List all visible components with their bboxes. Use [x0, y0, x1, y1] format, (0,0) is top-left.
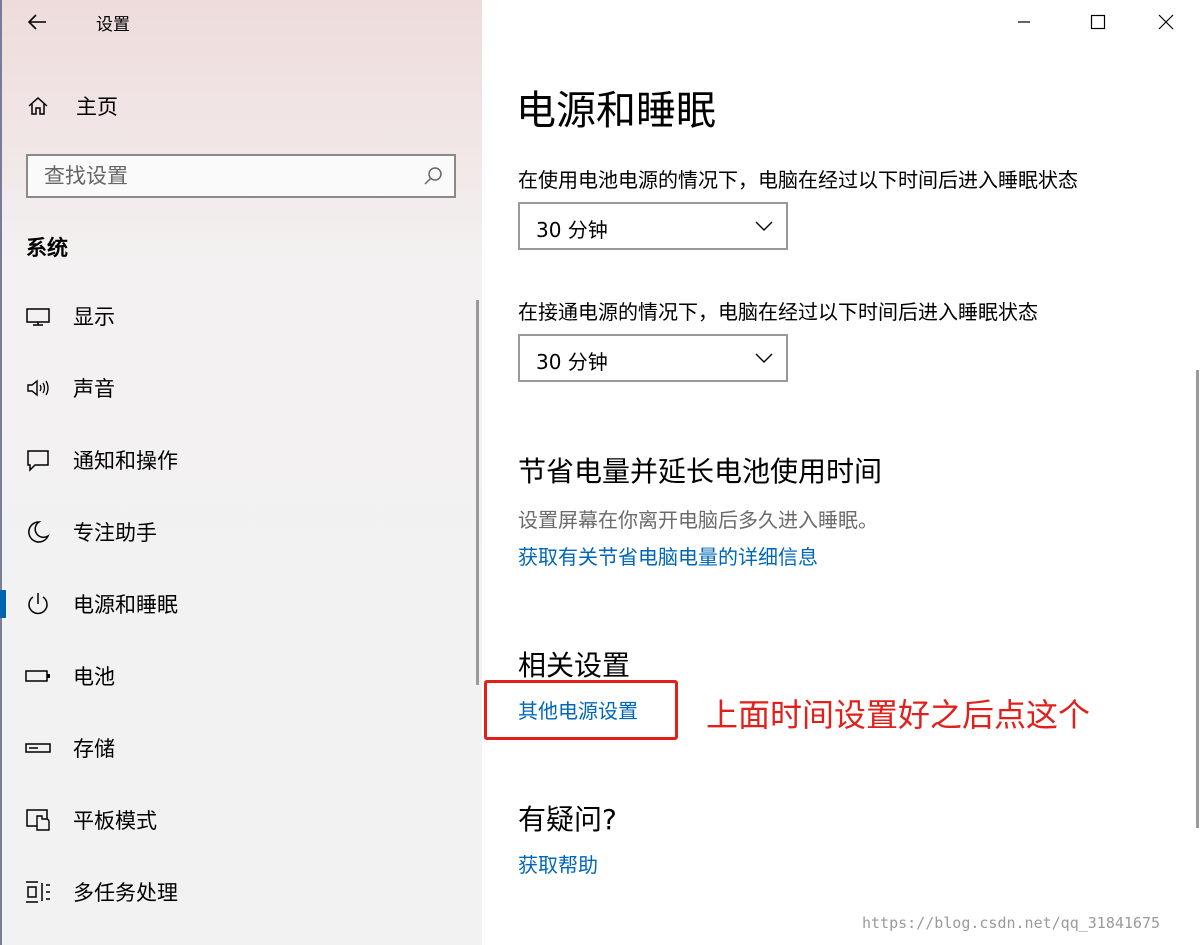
sidebar-item-power-sleep[interactable]: 电源和睡眠	[0, 578, 478, 630]
back-arrow-icon	[27, 14, 46, 30]
chevron-down-icon	[755, 353, 773, 363]
search-icon[interactable]	[422, 165, 444, 187]
moon-icon	[24, 518, 52, 546]
maximize-button[interactable]	[1078, 6, 1118, 38]
sidebar-item-focus-assist[interactable]: 专注助手	[0, 506, 478, 558]
sidebar-item-label: 平板模式	[73, 809, 157, 833]
sidebar-item-sound[interactable]: 声音	[0, 362, 478, 414]
plugged-sleep-description: 在接通电源的情况下，电脑在经过以下时间后进入睡眠状态	[518, 300, 1038, 324]
sidebar-item-display[interactable]: 显示	[0, 290, 478, 342]
sidebar-item-label: 电池	[73, 665, 115, 689]
home-icon	[24, 92, 52, 120]
watermark: https://blog.csdn.net/qq_31841675	[862, 914, 1161, 932]
app-title: 设置	[96, 15, 130, 35]
battery-icon	[24, 662, 52, 690]
monitor-icon	[24, 302, 52, 330]
sidebar-item-label: 多任务处理	[73, 881, 178, 905]
minimize-button[interactable]	[1004, 6, 1044, 38]
save-power-heading: 节省电量并延长电池使用时间	[518, 455, 883, 488]
plugged-sleep-value: 30 分钟	[536, 350, 608, 374]
battery-sleep-value: 30 分钟	[536, 218, 608, 242]
related-settings-heading: 相关设置	[518, 649, 631, 682]
get-help-link[interactable]: 获取帮助	[518, 849, 598, 878]
search-input[interactable]	[28, 156, 424, 196]
sidebar-scrollbar[interactable]	[476, 300, 479, 685]
search-box[interactable]	[26, 154, 456, 198]
sidebar-item-label: 主页	[76, 95, 118, 119]
sidebar-item-label: 存储	[73, 737, 115, 761]
sidebar-item-label: 专注助手	[73, 521, 157, 545]
sidebar-item-storage[interactable]: 存储	[0, 722, 478, 774]
sidebar-item-battery[interactable]: 电池	[0, 650, 478, 702]
power-icon	[24, 590, 52, 618]
multitask-icon	[24, 878, 52, 906]
sidebar-item-home[interactable]: 主页	[0, 80, 478, 132]
sidebar-item-multitasking[interactable]: 多任务处理	[0, 866, 478, 918]
additional-power-settings-link[interactable]: 其他电源设置	[518, 695, 638, 724]
battery-sleep-description: 在使用电池电源的情况下，电脑在经过以下时间后进入睡眠状态	[518, 168, 1078, 192]
sidebar-item-label: 通知和操作	[73, 449, 178, 473]
sidebar-item-tablet-mode[interactable]: 平板模式	[0, 794, 478, 846]
notification-icon	[24, 446, 52, 474]
section-heading-system: 系统	[26, 236, 68, 260]
close-icon	[1158, 14, 1174, 30]
battery-sleep-dropdown[interactable]: 30 分钟	[518, 202, 788, 250]
minimize-icon	[1018, 21, 1030, 23]
back-button[interactable]	[24, 8, 52, 36]
sidebar-item-label: 电源和睡眠	[73, 593, 178, 617]
sidebar-item-label: 显示	[73, 305, 115, 329]
save-power-info-link[interactable]: 获取有关节省电脑电量的详细信息	[518, 541, 818, 570]
sidebar-item-notifications[interactable]: 通知和操作	[0, 434, 478, 486]
sidebar-item-label: 声音	[73, 377, 115, 401]
close-button[interactable]	[1146, 6, 1186, 38]
storage-icon	[24, 734, 52, 762]
speaker-icon	[24, 374, 52, 402]
plugged-sleep-dropdown[interactable]: 30 分钟	[518, 334, 788, 382]
save-power-description: 设置屏幕在你离开电脑后多久进入睡眠。	[518, 508, 878, 532]
annotation-note: 上面时间设置好之后点这个	[706, 696, 1091, 734]
content-scrollbar[interactable]	[1196, 370, 1199, 828]
page-title: 电源和睡眠	[516, 88, 716, 134]
sidebar: 设置 主页 系统 显示 声音 通知和操作 专注助	[0, 0, 482, 945]
question-heading: 有疑问?	[518, 803, 617, 836]
tablet-mode-icon	[24, 806, 52, 834]
chevron-down-icon	[755, 221, 773, 231]
main-content: 电源和睡眠 在使用电池电源的情况下，电脑在经过以下时间后进入睡眠状态 30 分钟…	[482, 0, 1202, 945]
maximize-icon	[1090, 14, 1106, 30]
